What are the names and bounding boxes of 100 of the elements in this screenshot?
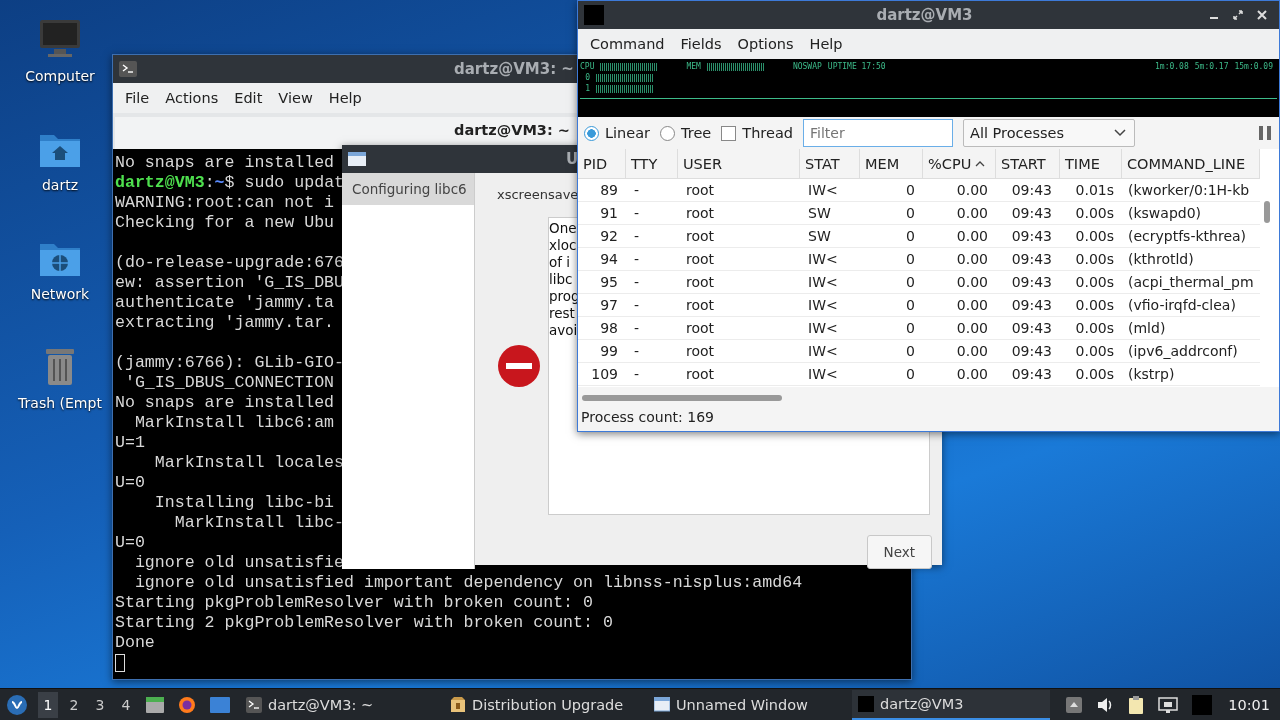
table-cell: root (678, 363, 800, 386)
menu-item[interactable]: Options (729, 32, 802, 56)
terminal-line: ew: assertion 'G_IS_DBU (115, 273, 345, 293)
column-header[interactable]: STAT (800, 149, 860, 179)
menu-item[interactable]: Command (582, 32, 673, 56)
table-cell: 09:43 (996, 248, 1060, 271)
process-dropdown[interactable]: All Processes (963, 119, 1135, 147)
filter-field[interactable]: Filter (803, 119, 953, 147)
window-title: dartz@VM3 (875, 6, 974, 24)
table-cell: - (626, 294, 678, 317)
terminal-line: Done (115, 633, 155, 653)
table-cell: - (626, 225, 678, 248)
table-cell: IW< (800, 294, 860, 317)
terminal-line: No snaps are installed (115, 393, 335, 413)
terminal-line: MarkInstall locales (153, 453, 345, 473)
vertical-scrollbar[interactable] (1264, 201, 1270, 223)
table-cell: (kstrp) (1122, 363, 1260, 386)
table-cell: - (626, 179, 678, 202)
terminal-line: Starting pkgProblemResolver with broken count: 0 (115, 593, 593, 613)
terminal-line: Starting 2 pkgProblemResolver with broken count: 0 (115, 613, 613, 633)
sort-caret-icon (975, 160, 986, 167)
table-cell: 0.00 (923, 363, 996, 386)
load-average: 15m:0.09 (1234, 62, 1274, 71)
table-cell: 0 (860, 248, 923, 271)
table-cell: - (626, 202, 678, 225)
desktop-icon-label[interactable]: dartz (41, 177, 79, 193)
step-item[interactable]: Configuring libc6 (342, 173, 474, 205)
taskbar-task[interactable]: Distribution Upgrade (444, 689, 642, 720)
column-header[interactable]: %CPU (923, 149, 996, 179)
workspace-button[interactable]: 2 (64, 691, 84, 718)
browser-icon[interactable] (178, 695, 196, 714)
menu-item[interactable]: Help (320, 86, 370, 110)
terminal-line: Installing libc-bi (153, 493, 335, 513)
table-cell: SW (800, 225, 860, 248)
chevron-down-icon (1114, 129, 1126, 137)
taskbar-task[interactable]: Unnamed Window (648, 689, 846, 720)
column-header[interactable]: USER (678, 149, 800, 179)
table-cell: 0.00 (923, 294, 996, 317)
table-cell: 91 (578, 202, 626, 225)
table-cell: 0 (860, 202, 923, 225)
terminal-line: extracting 'jammy.tar. (115, 313, 335, 333)
menu-item[interactable]: Edit (226, 86, 271, 110)
column-header[interactable]: COMMAND_LINE (1122, 149, 1260, 179)
terminal-line: WARNING:root:can not i (115, 193, 335, 213)
table-cell: 0.00s (1060, 202, 1122, 225)
error-icon (497, 344, 541, 388)
package-icon (450, 696, 466, 713)
taskbar-task[interactable]: dartz@VM3: ~ (240, 689, 438, 720)
menu-item[interactable]: View (270, 86, 321, 110)
table-cell: 0.01s (1060, 179, 1122, 202)
start-menu-icon[interactable] (6, 693, 28, 716)
column-header[interactable]: MEM (860, 149, 923, 179)
table-cell: 0.00s (1060, 317, 1122, 340)
table-cell: 109 (578, 363, 626, 386)
column-header[interactable]: TTY (626, 149, 678, 179)
terminal-line: MarkInstall libc6:am (133, 413, 335, 433)
radio-option[interactable]: Linear (584, 125, 651, 141)
message-text: avoi (549, 322, 578, 339)
desktop-icon-label[interactable]: Trash (Empt (18, 395, 102, 411)
column-header[interactable]: TIME (1060, 149, 1122, 179)
column-header[interactable]: START (996, 149, 1060, 179)
table-cell: 0.00s (1060, 340, 1122, 363)
radio-option[interactable]: Tree (660, 125, 712, 141)
table-cell: 95 (578, 271, 626, 294)
table-cell: 0.00 (923, 202, 996, 225)
table-cell: - (626, 363, 678, 386)
column-header[interactable]: PID (578, 149, 626, 179)
desktop-icon-label[interactable]: Computer (25, 68, 95, 84)
checkbox-option[interactable]: Thread (721, 125, 793, 141)
table-cell: 0.00s (1060, 271, 1122, 294)
table-cell: 09:43 (996, 271, 1060, 294)
next-button[interactable]: Next (866, 535, 932, 569)
menu-item[interactable]: Fields (672, 32, 730, 56)
table-cell: 09:43 (996, 317, 1060, 340)
menu-item[interactable]: Actions (157, 86, 227, 110)
window-icon[interactable] (210, 696, 230, 713)
maximize-icon[interactable] (1233, 10, 1243, 20)
table-cell: IW< (800, 363, 860, 386)
load-average: 1m:0.08 (1155, 62, 1190, 71)
menu-item[interactable]: Help (801, 32, 851, 56)
workspace-button[interactable]: 1 (38, 691, 58, 718)
table-cell: root (678, 202, 800, 225)
workspace-button[interactable]: 3 (90, 691, 110, 718)
close-icon[interactable] (1257, 10, 1267, 20)
table-cell: 0.00 (923, 340, 996, 363)
terminal-line: U=1 (115, 433, 145, 453)
taskbar-task[interactable]: dartz@VM3 (852, 689, 1050, 720)
pause-icon[interactable] (1259, 126, 1271, 140)
table-cell: 89 (578, 179, 626, 202)
clock[interactable]: 10:01 (1222, 696, 1274, 713)
desktop-icon-label[interactable]: Network (30, 286, 90, 302)
workspace-button[interactable]: 4 (116, 691, 136, 718)
table-cell: 0.00 (923, 317, 996, 340)
table-cell: (kworker/0:1H-kb (1122, 179, 1260, 202)
horizontal-scrollbar[interactable] (582, 395, 782, 401)
file-manager-icon[interactable] (146, 696, 164, 713)
table-cell: 0 (860, 179, 923, 202)
table-cell: 0.00s (1060, 363, 1122, 386)
clipboard-icon[interactable] (1128, 695, 1145, 714)
menu-item[interactable]: File (117, 86, 158, 110)
